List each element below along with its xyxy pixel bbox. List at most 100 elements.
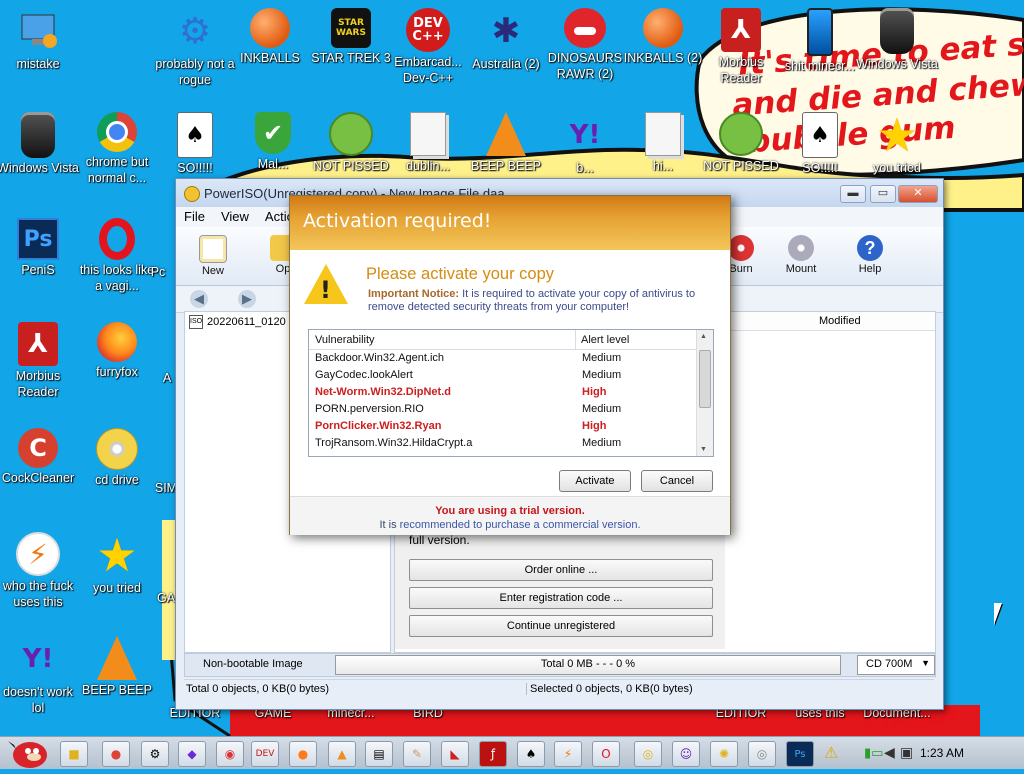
- desktop-icon-you-tried[interactable]: ★ you tried: [74, 528, 160, 596]
- column-modified[interactable]: Modified: [819, 315, 861, 327]
- taskbar-opera-button[interactable]: O: [592, 741, 620, 767]
- desktop-icon-yahoo-b[interactable]: Y! b...: [542, 112, 628, 176]
- taskbar-flash-button[interactable]: ƒ: [479, 741, 507, 767]
- table-scrollbar[interactable]: ▲ ▼: [696, 330, 713, 456]
- taskbar-app-button[interactable]: ◣: [441, 741, 469, 767]
- notepad-icon: ▤: [373, 747, 385, 761]
- desktop-icon-pc[interactable]: Pc: [138, 218, 178, 280]
- media-size-value: CD 700M: [866, 658, 913, 670]
- volume-icon[interactable]: ◀: [884, 744, 895, 761]
- desktop-icon-doesnt-work[interactable]: Y! doesn't work lol: [0, 636, 81, 716]
- desktop-icon-label: BEEP BEEP: [82, 683, 152, 697]
- table-row[interactable]: GayCodec.lookAlert Medium: [309, 367, 713, 384]
- paper-icon: [410, 112, 446, 156]
- scroll-thumb[interactable]: [699, 350, 711, 408]
- close-button[interactable]: ✕: [898, 185, 938, 203]
- taskbar-photoshop-button[interactable]: Ps: [786, 741, 814, 767]
- taskbar-folder-button[interactable]: ■: [60, 741, 88, 767]
- pdf-icon: ⅄: [721, 8, 761, 52]
- desktop-icon-dinosaurs-rawr[interactable]: DINOSAURS RAWR (2): [542, 8, 628, 82]
- column-alert-level[interactable]: Alert level: [581, 334, 629, 346]
- desktop-icon-dublin[interactable]: dublin...: [385, 112, 471, 174]
- desktop-icon-cd-drive[interactable]: cd drive: [74, 428, 160, 488]
- menu-view[interactable]: View: [213, 207, 257, 224]
- desktop-icon-cockcleaner[interactable]: C CockCleaner: [0, 428, 81, 486]
- taskbar-devcpp-button[interactable]: DEV: [251, 741, 279, 767]
- toolbar-new-button[interactable]: New: [188, 235, 238, 277]
- taskbar-brush-button[interactable]: ✎: [403, 741, 431, 767]
- activation-notice: Important Notice: It is required to acti…: [368, 288, 718, 314]
- toolbar-help-button[interactable]: ? Help: [845, 235, 895, 275]
- table-row[interactable]: Net-Worm.Win32.DipNet.d High: [309, 384, 713, 401]
- desktop-icon-so-2[interactable]: ♠ SO!!!!!: [777, 112, 863, 176]
- taskbar-gear2-button[interactable]: ✺: [710, 741, 738, 767]
- desktop-icon-star-trek-3[interactable]: STAR WARS STAR TREK 3: [308, 8, 394, 66]
- desktop-icon-probably-not-a-rogue[interactable]: ⚙ probably not a rogue: [152, 8, 238, 88]
- desktop-icon-morbius-reader-top[interactable]: ⅄ Morbius Reader: [698, 8, 784, 86]
- taskbar-yahoo-button[interactable]: ☺: [672, 741, 700, 767]
- table-row[interactable]: Backdoor.Win32.Agent.ich Medium: [309, 350, 713, 367]
- media-size-select[interactable]: CD 700M ▼: [857, 655, 935, 675]
- scroll-down-icon[interactable]: ▼: [700, 446, 707, 453]
- activate-button[interactable]: Activate: [559, 470, 631, 492]
- shield-icon: ✔: [255, 112, 291, 154]
- desktop-icon-you-tried-top[interactable]: ★ you tried: [854, 108, 940, 176]
- desktop-icon-mal[interactable]: ✔ Mal...: [230, 112, 316, 172]
- taskbar-swirl-button[interactable]: ◉: [216, 741, 244, 767]
- toolbar-mount-button[interactable]: Mount: [776, 235, 826, 275]
- battery-icon[interactable]: ▮▭: [864, 745, 883, 761]
- desktop-icon-devcpp[interactable]: DEV C++ Embarcad... Dev-C++: [385, 8, 471, 86]
- maximize-button[interactable]: ▭: [870, 185, 896, 203]
- cancel-button[interactable]: Cancel: [641, 470, 713, 492]
- desktop-icon-furryfox[interactable]: furryfox: [74, 322, 160, 380]
- desktop-icon-morbius-reader[interactable]: ⅄ Morbius Reader: [0, 322, 81, 400]
- table-row[interactable]: TrojRansom.Win32.HildaCrypt.a Medium: [309, 435, 713, 452]
- enter-registration-code-button[interactable]: Enter registration code ...: [409, 587, 713, 609]
- photoshop-icon: Ps: [17, 218, 59, 260]
- desktop-icon-windows-vista-top[interactable]: Windows Vista: [854, 8, 940, 72]
- table-row[interactable]: PORN.perversion.RIO Medium: [309, 401, 713, 418]
- table-row[interactable]: PornClicker.Win32.Ryan High: [309, 418, 713, 435]
- taskbar-bird-button[interactable]: ◆: [178, 741, 206, 767]
- start-button[interactable]: [6, 737, 50, 769]
- column-vulnerability[interactable]: Vulnerability: [315, 334, 375, 346]
- taskbar-chrome-button[interactable]: ●: [102, 741, 130, 767]
- taskbar-gear-button[interactable]: ⚙: [141, 741, 169, 767]
- desktop-icon-who-uses-this[interactable]: ⚡ who the fuck uses this: [0, 532, 81, 610]
- taskbar-notepad-button[interactable]: ▤: [365, 741, 393, 767]
- network-icon[interactable]: ▣: [900, 744, 913, 761]
- desktop-icon-beep-beep-1[interactable]: BEEP BEEP: [463, 112, 549, 174]
- warning-tray-icon[interactable]: ⚠: [824, 743, 838, 763]
- desktop-icon-inkballs[interactable]: INKBALLS: [227, 8, 313, 66]
- order-online-button[interactable]: Order online ...: [409, 559, 713, 581]
- desktop-icon-chrome[interactable]: chrome but normal c...: [74, 112, 160, 186]
- forward-button[interactable]: ▶: [238, 290, 256, 308]
- clock[interactable]: 1:23 AM: [920, 746, 964, 760]
- menu-file[interactable]: File: [176, 207, 213, 224]
- taskbar-vlc-button[interactable]: ▲: [328, 741, 356, 767]
- taskbar-card-button[interactable]: ♠: [517, 741, 545, 767]
- desktop-icon-hi[interactable]: hi...: [620, 112, 706, 174]
- taskbar-flash2-button[interactable]: ⚡: [554, 741, 582, 767]
- desktop-icon-label: Windows Vista: [856, 57, 938, 71]
- cd-icon: ◎: [642, 747, 654, 761]
- desktop-icon-inkballs-2[interactable]: INKBALLS (2): [620, 8, 706, 66]
- taskbar-firefox-button[interactable]: ●: [289, 741, 317, 767]
- desktop-icon-not-pissed-1[interactable]: NOT PISSED: [308, 112, 394, 174]
- desktop-icon-penis[interactable]: Ps PeniS: [0, 218, 81, 278]
- desktop-icon-so-1[interactable]: ♠ SO!!!!!: [152, 112, 238, 176]
- desktop-icon-beep-beep-2[interactable]: BEEP BEEP: [74, 636, 160, 698]
- minimize-button[interactable]: ▬: [840, 185, 866, 203]
- back-button[interactable]: ◀: [190, 290, 208, 308]
- activation-header[interactable]: Activation required!: [290, 196, 730, 250]
- taskbar-cd2-button[interactable]: ◎: [748, 741, 776, 767]
- desktop-icon-australia[interactable]: ✱ Australia (2): [463, 8, 549, 72]
- desktop-icon-shit-minecraft[interactable]: shit minecr...: [777, 8, 863, 74]
- desktop-icon-not-pissed-2[interactable]: NOT PISSED: [698, 112, 784, 174]
- desktop-icon-mistake[interactable]: mistake: [0, 8, 81, 72]
- desktop-icon-windows-vista[interactable]: Windows Vista: [0, 112, 81, 176]
- taskbar-cd-button[interactable]: ◎: [634, 741, 662, 767]
- continue-unregistered-button[interactable]: Continue unregistered: [409, 615, 713, 637]
- scroll-up-icon[interactable]: ▲: [700, 333, 707, 340]
- purchase-link[interactable]: recommended to purchase a commercial ver…: [400, 519, 641, 531]
